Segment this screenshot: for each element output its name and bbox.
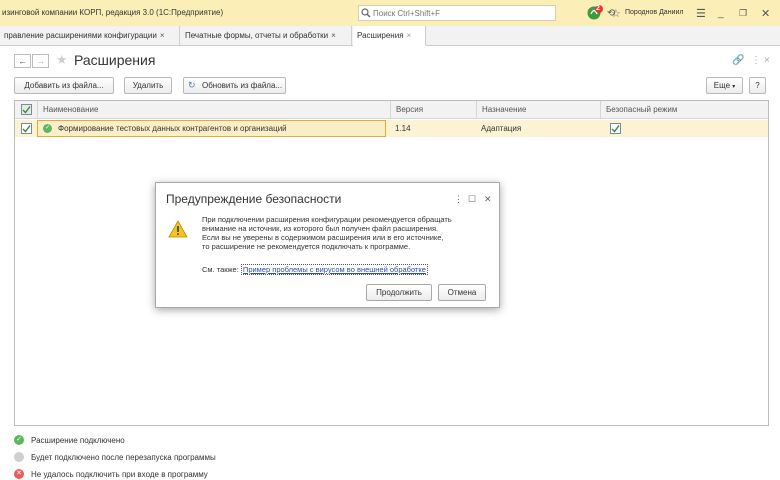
virus-example-link[interactable]: Пример проблемы с вирусом во внешней обр… [240, 264, 428, 275]
tab-bar: правление расширениями конфигурации × Печ… [0, 26, 780, 46]
app-title: изинговой компании КОРП, редакция 3.0 (1… [2, 8, 224, 17]
refresh-icon: ↻ [188, 80, 196, 90]
close-icon[interactable]: × [160, 31, 165, 40]
dialog-title: Предупреждение безопасности [166, 192, 342, 206]
close-window-icon[interactable]: ✕ [761, 5, 770, 21]
legend-label: Расширение подключено [31, 435, 125, 445]
dialog-maximize-icon[interactable]: ☐ [468, 194, 476, 205]
col-safe-mode[interactable]: Безопасный режим [600, 101, 768, 119]
dialog-message: При подключении расширения конфигурации … [202, 215, 492, 251]
favorite-star-icon[interactable]: ★ [56, 52, 68, 68]
more-label: Еще [713, 81, 731, 90]
tab-label: Расширения [357, 31, 404, 40]
notification-count: 2 [596, 5, 600, 12]
message-line: При подключении расширения конфигурации … [202, 215, 452, 224]
extension-name: Формирование тестовых данных контрагенто… [58, 124, 287, 133]
user-name[interactable]: Породнов Даниил [625, 9, 683, 16]
notifications-icon[interactable]: 2 [586, 5, 604, 21]
legend-label: Не удалось подключить при входе в програ… [31, 469, 208, 479]
tab-label: Печатные формы, отчеты и обработки [185, 31, 329, 40]
pending-icon [14, 452, 24, 462]
safe-mode-checkbox[interactable] [610, 123, 621, 136]
legend-label: Будет подключено после перезапуска прогр… [31, 452, 216, 462]
restore-icon[interactable]: ❐ [739, 5, 747, 21]
title-bar: изинговой компании КОРП, редакция 3.0 (1… [0, 0, 780, 26]
more-button[interactable]: Еще ▾ [706, 77, 743, 94]
col-name[interactable]: Наименование [37, 101, 400, 119]
more-vert-icon[interactable]: ⋮ [751, 55, 761, 66]
star-icon[interactable]: ☆ [611, 5, 621, 21]
connected-icon: ✓ [14, 435, 24, 445]
cell-version: 1.14 [395, 124, 411, 133]
chevron-down-icon: ▾ [732, 84, 736, 90]
link-icon[interactable]: 🔗 [732, 55, 744, 66]
table-header: Наименование Версия Назначение Безопасны… [15, 101, 768, 119]
search-icon [361, 8, 371, 18]
tab-extensions[interactable]: Расширения × [353, 26, 426, 46]
cell-name[interactable]: ✓ Формирование тестовых данных контраген… [37, 120, 386, 137]
page-title: Расширения [74, 52, 156, 68]
message-line: Если вы не уверены в содержимом расширен… [202, 233, 444, 242]
help-button[interactable]: ? [749, 77, 766, 94]
tab-label: правление расширениями конфигурации [4, 31, 157, 40]
search-input[interactable] [373, 8, 553, 18]
error-icon: ✕ [14, 469, 24, 479]
close-icon[interactable]: × [331, 31, 336, 40]
back-button[interactable]: ← [14, 54, 31, 68]
update-label: Обновить из файла... [202, 81, 283, 90]
message-line: то расширение не рекомендуется подключат… [202, 242, 411, 251]
col-purpose[interactable]: Назначение [476, 101, 600, 119]
dialog-close-icon[interactable]: ✕ [484, 194, 492, 205]
tab-print-forms[interactable]: Печатные формы, отчеты и обработки × [181, 26, 352, 46]
see-also: См. также: Пример проблемы с вирусом во … [202, 264, 428, 275]
cancel-button[interactable]: Отмена [438, 284, 486, 301]
menu-icon[interactable]: ☰ [696, 5, 706, 21]
forward-button[interactable]: → [32, 54, 49, 68]
tab-extensions-management[interactable]: правление расширениями конфигурации × [0, 26, 180, 46]
warning-icon [168, 220, 188, 240]
delete-button[interactable]: Удалить [124, 77, 172, 94]
security-warning-dialog: Предупреждение безопасности ⋮ ☐ ✕ При по… [155, 182, 500, 308]
continue-button[interactable]: Продолжить [366, 284, 432, 301]
message-line: внимание на источник, из которого был по… [202, 224, 439, 233]
connected-status-icon: ✓ [43, 124, 52, 133]
dialog-more-icon[interactable]: ⋮ [454, 194, 463, 205]
table-row[interactable]: ✓ Формирование тестовых данных контраген… [15, 120, 768, 137]
add-from-file-button[interactable]: Добавить из файла... [14, 77, 114, 94]
col-version[interactable]: Версия [390, 101, 480, 119]
row-checkbox[interactable] [21, 123, 32, 136]
update-from-file-button[interactable]: ↻ Обновить из файла... [183, 77, 286, 94]
global-search[interactable] [358, 5, 556, 21]
legend-failed: ✕ Не удалось подключить при входе в прог… [14, 469, 208, 479]
cell-purpose: Адаптация [481, 124, 522, 133]
see-also-label: См. также: [202, 265, 239, 274]
legend-connected: ✓ Расширение подключено [14, 435, 125, 445]
close-icon[interactable]: × [407, 31, 412, 40]
close-form-icon[interactable]: × [764, 55, 770, 66]
check-all-icon[interactable] [21, 104, 32, 117]
minimize-icon[interactable]: _ [718, 5, 724, 21]
legend-after-restart: Будет подключено после перезапуска прогр… [14, 452, 216, 462]
